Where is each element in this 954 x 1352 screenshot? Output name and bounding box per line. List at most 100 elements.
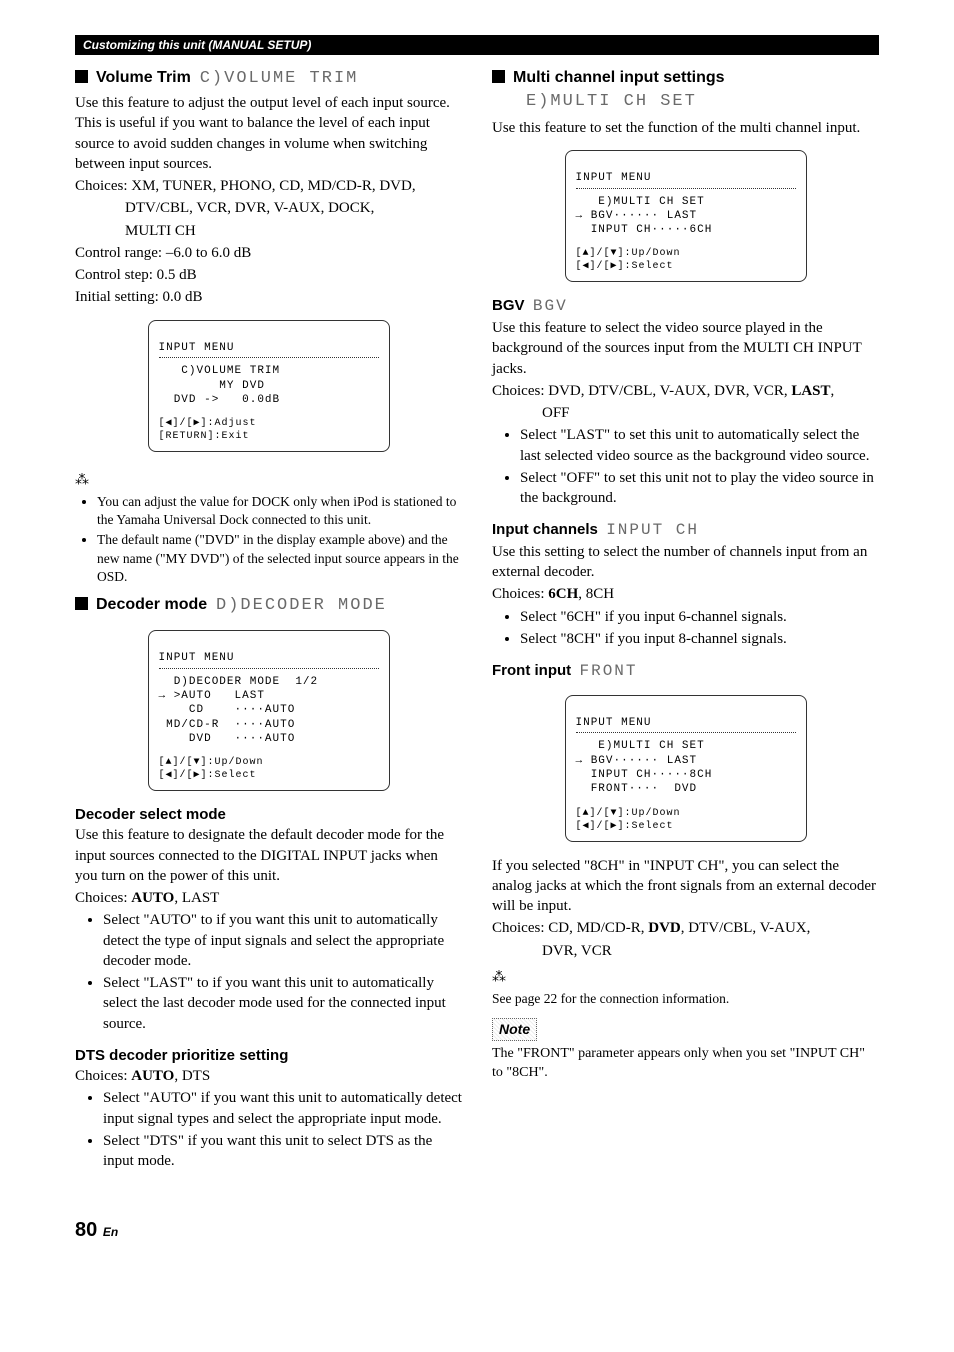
panel-line: E)MULTI CH SET [576, 196, 705, 208]
panel-line: DVD ····AUTO [159, 733, 296, 745]
panel-line: C)VOLUME TRIM [159, 365, 281, 377]
volume-trim-osd-panel: INPUT MENU C)VOLUME TRIM MY DVD DVD -> 0… [148, 320, 390, 452]
inputch-choices: Choices: 6CH, 8CH [492, 584, 879, 604]
list-item: Select "LAST" to set this unit to automa… [520, 425, 879, 466]
inputch-osd: INPUT CH [606, 521, 699, 539]
front-title: Front input [492, 662, 571, 679]
two-column-layout: Volume Trim C)VOLUME TRIM Use this featu… [75, 63, 879, 1177]
choices-post: , DTS [174, 1068, 210, 1084]
tip-item: You can adjust the value for DOCK only w… [97, 493, 462, 529]
multich-desc: Use this feature to set the function of … [492, 118, 879, 138]
front-heading: Front input FRONT [492, 661, 879, 683]
volume-trim-step: Control step: 0.5 dB [75, 265, 462, 285]
panel-line: INPUT CH·····8CH [576, 769, 713, 781]
front-note: The "FRONT" parameter appears only when … [492, 1045, 879, 1083]
panel-line: → BGV······ LAST [576, 210, 698, 222]
panel-title: INPUT MENU [576, 171, 796, 188]
panel-nav: [◀]/[▶]:Select [576, 821, 674, 832]
panel-nav: [▲]/[▼]:Up/Down [576, 808, 681, 819]
bgv-osd: BGV [533, 297, 568, 315]
inputch-heading: Input channels INPUT CH [492, 520, 879, 542]
volume-trim-tips: You can adjust the value for DOCK only w… [75, 493, 462, 586]
choices-pre: Choices: DVD, DTV/CBL, V-AUX, DVR, VCR, [492, 383, 791, 399]
volume-trim-title: Volume Trim [96, 69, 191, 86]
bgv-bullets: Select "LAST" to set this unit to automa… [492, 425, 879, 508]
choices-bold: AUTO [131, 1068, 174, 1084]
choices-post: , 8CH [578, 586, 614, 602]
dts-bullets: Select "AUTO" if you want this unit to a… [75, 1088, 462, 1171]
right-column: Multi channel input settings E)MULTI CH … [492, 63, 879, 1177]
bgv-choices2: OFF [542, 403, 879, 423]
multich-osd-panel: INPUT MENU E)MULTI CH SET → BGV······ LA… [565, 150, 807, 282]
volume-trim-desc: Use this feature to adjust the output le… [75, 93, 462, 174]
front-choices2: DVR, VCR [542, 941, 879, 961]
panel-title: INPUT MENU [576, 716, 796, 733]
square-bullet-icon [75, 597, 88, 610]
panel-line: D)DECODER MODE 1/2 [159, 676, 319, 688]
decoder-mode-title: Decoder mode [96, 596, 207, 613]
front-desc: If you selected "8CH" in "INPUT CH", you… [492, 856, 879, 917]
list-item: Select "OFF" to set this unit not to pla… [520, 468, 879, 509]
note-label: Note [492, 1018, 537, 1041]
decoder-mode-osd-panel: INPUT MENU D)DECODER MODE 1/2 → >AUTO LA… [148, 630, 390, 791]
decoder-select-title: Decoder select mode [75, 805, 462, 825]
volume-trim-choices1: Choices: XM, TUNER, PHONO, CD, MD/CD-R, … [75, 176, 462, 196]
tip-item: The default name ("DVD" in the display e… [97, 531, 462, 586]
decoder-select-desc: Use this feature to designate the defaul… [75, 825, 462, 886]
choices-post: , DTV/CBL, V-AUX, [681, 920, 811, 936]
panel-line: INPUT CH·····6CH [576, 224, 713, 236]
panel-line: MY DVD [159, 380, 265, 392]
front-osd-panel: INPUT MENU E)MULTI CH SET → BGV······ LA… [565, 695, 807, 842]
bgv-heading: BGV BGV [492, 296, 879, 318]
section-header-bar: Customizing this unit (MANUAL SETUP) [75, 35, 879, 55]
choices-post: , [831, 383, 835, 399]
list-item: Select "AUTO" if you want this unit to a… [103, 1088, 462, 1129]
tip-icon: ⁂ [75, 472, 89, 491]
dts-title: DTS decoder prioritize setting [75, 1046, 462, 1066]
choices-pre: Choices: [75, 1068, 131, 1084]
choices-post: , LAST [174, 890, 219, 906]
front-choices: Choices: CD, MD/CD-R, DVD, DTV/CBL, V-AU… [492, 918, 879, 938]
decoder-mode-heading: Decoder mode D)DECODER MODE [75, 594, 462, 618]
panel-nav: [◀]/[▶]:Select [159, 770, 257, 781]
panel-line: → BGV······ LAST [576, 755, 698, 767]
panel-line: → >AUTO LAST [159, 690, 265, 702]
square-bullet-icon [492, 70, 505, 83]
list-item: Select "AUTO" to if you want this unit t… [103, 910, 462, 971]
page-number-value: 80 [75, 1219, 97, 1241]
panel-line: CD ····AUTO [159, 704, 296, 716]
choices-pre: Choices: [492, 586, 548, 602]
panel-title: INPUT MENU [159, 341, 379, 358]
choices-bold: 6CH [548, 586, 578, 602]
volume-trim-range: Control range: –6.0 to 6.0 dB [75, 243, 462, 263]
bgv-choices: Choices: DVD, DTV/CBL, V-AUX, DVR, VCR, … [492, 381, 879, 401]
inputch-desc: Use this setting to select the number of… [492, 542, 879, 583]
choices-bold: DVD [648, 920, 681, 936]
volume-trim-heading: Volume Trim C)VOLUME TRIM [75, 67, 462, 91]
panel-line: DVD -> 0.0dB [159, 394, 281, 406]
panel-nav: [◀]/[▶]:Select [576, 261, 674, 272]
list-item: Select "8CH" if you input 8-channel sign… [520, 629, 879, 649]
dts-choices: Choices: AUTO, DTS [75, 1066, 462, 1086]
volume-trim-choices2: DTV/CBL, VCR, DVR, V-AUX, DOCK, [125, 198, 462, 218]
multich-osd: E)MULTI CH SET [526, 91, 879, 114]
volume-trim-choices3: MULTI CH [125, 221, 462, 241]
front-tip: See page 22 for the connection informati… [492, 990, 879, 1008]
multich-title: Multi channel input settings [513, 69, 725, 86]
list-item: Select "LAST" to if you want this unit t… [103, 973, 462, 1034]
tip-icon: ⁂ [492, 969, 506, 988]
decoder-select-choices: Choices: AUTO, LAST [75, 888, 462, 908]
panel-title: INPUT MENU [159, 651, 379, 668]
inputch-title: Input channels [492, 521, 598, 538]
panel-nav: [RETURN]:Exit [159, 431, 250, 442]
panel-nav: [▲]/[▼]:Up/Down [576, 248, 681, 259]
list-item: Select "6CH" if you input 6-channel sign… [520, 607, 879, 627]
panel-nav: [▲]/[▼]:Up/Down [159, 757, 264, 768]
bgv-desc: Use this feature to select the video sou… [492, 318, 879, 379]
choices-pre: Choices: [75, 890, 131, 906]
list-item: Select "DTS" if you want this unit to se… [103, 1131, 462, 1172]
panel-line: MD/CD-R ····AUTO [159, 719, 296, 731]
choices-bold: AUTO [131, 890, 174, 906]
panel-line: FRONT···· DVD [576, 783, 698, 795]
panel-nav: [◀]/[▶]:Adjust [159, 418, 257, 429]
